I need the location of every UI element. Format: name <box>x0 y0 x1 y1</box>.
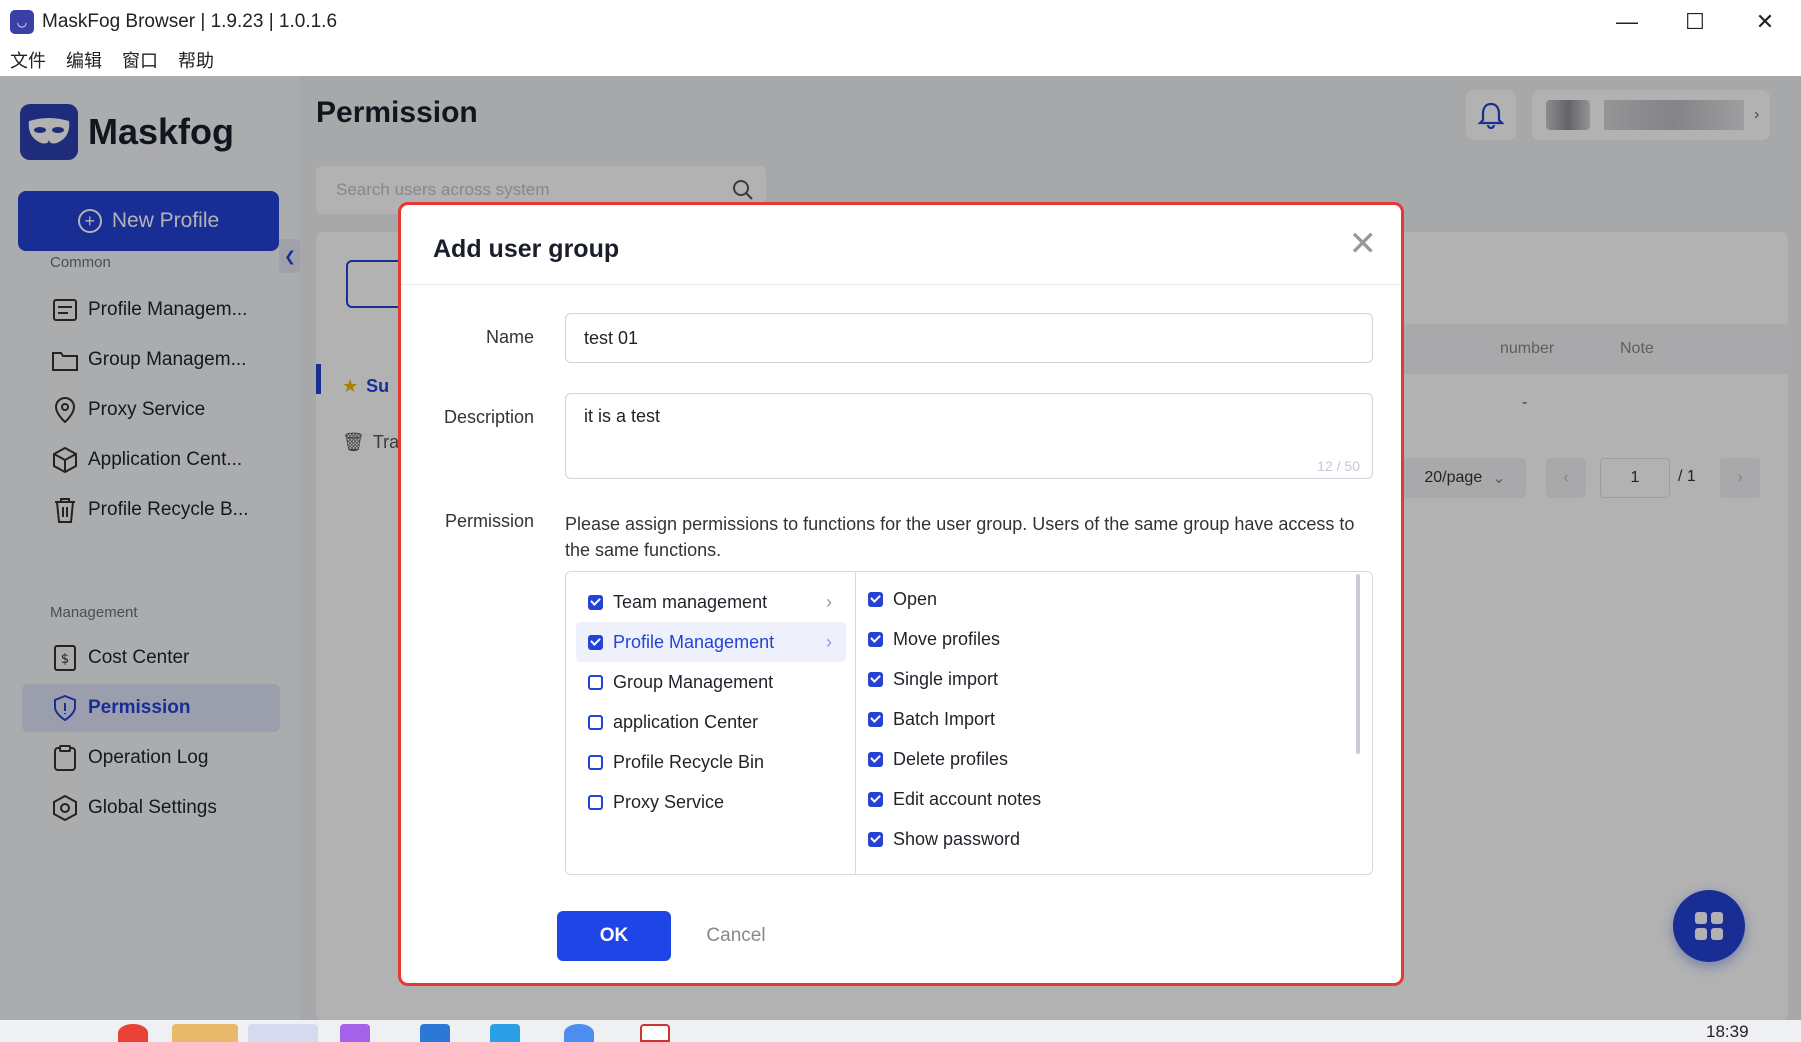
module-item-proxy-service[interactable]: Proxy Service <box>576 782 846 822</box>
checkbox[interactable] <box>868 591 883 607</box>
maximize-button[interactable]: ☐ <box>1660 0 1730 44</box>
module-item-profile-recycle-bin[interactable]: Profile Recycle Bin <box>576 742 846 782</box>
function-item-batch-import[interactable]: Batch Import <box>868 701 995 737</box>
taskbar-clock: 18:39 <box>1706 1022 1749 1041</box>
checkbox[interactable] <box>868 671 883 687</box>
app-taskbar-icon[interactable] <box>172 1024 238 1042</box>
name-label: Name <box>485 327 534 347</box>
permission-description: Please assign permissions to functions f… <box>565 514 1355 560</box>
checkbox[interactable] <box>868 631 883 647</box>
checkbox[interactable] <box>868 751 883 767</box>
divider <box>401 284 1401 285</box>
menu-window[interactable]: 窗口 <box>122 47 158 73</box>
checkbox[interactable] <box>588 754 603 770</box>
ok-button[interactable]: OK <box>557 911 671 961</box>
app-taskbar-icon[interactable] <box>640 1024 670 1042</box>
close-icon[interactable]: ✕ <box>1349 227 1378 261</box>
checkbox[interactable] <box>868 831 883 847</box>
menu-help[interactable]: 帮助 <box>178 47 214 73</box>
description-value: it is a test <box>584 406 661 426</box>
maskfog-taskbar-icon[interactable] <box>248 1024 318 1042</box>
description-textarea[interactable]: it is a test 12 / 50 <box>565 393 1373 479</box>
title-bar: ◡ MaskFog Browser | 1.9.23 | 1.0.1.6 — ☐… <box>0 0 1801 44</box>
app-taskbar-icon[interactable] <box>420 1024 450 1042</box>
module-item-team-management[interactable]: Team management › <box>576 582 846 622</box>
char-counter: 12 / 50 <box>1317 458 1360 474</box>
checkbox[interactable] <box>868 791 883 807</box>
add-user-group-dialog: Add user group ✕ Name test 01 Descriptio… <box>398 202 1404 986</box>
function-item-open[interactable]: Open <box>868 581 937 617</box>
menu-edit[interactable]: 编辑 <box>66 47 102 73</box>
chevron-right-icon: › <box>826 591 832 612</box>
module-list: Team management › Profile Management › G… <box>566 572 856 874</box>
menu-bar: 文件 编辑 窗口 帮助 <box>0 44 1801 76</box>
checkbox[interactable] <box>588 594 603 610</box>
checkbox[interactable] <box>588 674 603 690</box>
function-item-edit-account-notes[interactable]: Edit account notes <box>868 781 1041 817</box>
app-taskbar-icon[interactable] <box>564 1024 594 1042</box>
menu-file[interactable]: 文件 <box>10 47 46 73</box>
module-item-group-management[interactable]: Group Management <box>576 662 846 702</box>
taskbar: 18:39 <box>0 1020 1801 1042</box>
permission-tree: Team management › Profile Management › G… <box>565 571 1373 875</box>
window-title: MaskFog Browser | 1.9.23 | 1.0.1.6 <box>42 11 338 32</box>
checkbox[interactable] <box>588 634 603 650</box>
chrome-icon[interactable] <box>118 1024 148 1042</box>
checkbox[interactable] <box>868 711 883 727</box>
app-taskbar-icon[interactable] <box>490 1024 520 1042</box>
close-window-button[interactable]: ✕ <box>1730 0 1800 44</box>
chevron-right-icon: › <box>826 631 832 652</box>
permission-label: Permission <box>444 511 534 531</box>
name-input[interactable]: test 01 <box>565 313 1373 363</box>
module-item-profile-management[interactable]: Profile Management › <box>576 622 846 662</box>
checkbox[interactable] <box>588 794 603 810</box>
dialog-title: Add user group <box>433 235 620 263</box>
function-item-show-password[interactable]: Show password <box>868 821 1020 857</box>
function-item-move-profiles[interactable]: Move profiles <box>868 621 1000 657</box>
module-item-application-center[interactable]: application Center <box>576 702 846 742</box>
app-logo-icon: ◡ <box>10 10 34 34</box>
scrollbar[interactable] <box>1356 574 1360 754</box>
minimize-button[interactable]: — <box>1592 0 1662 44</box>
checkbox[interactable] <box>588 714 603 730</box>
onenote-icon[interactable] <box>340 1024 370 1042</box>
description-label: Description <box>443 407 534 427</box>
function-item-delete-profiles[interactable]: Delete profiles <box>868 741 1008 777</box>
cancel-button[interactable]: Cancel <box>691 911 781 961</box>
function-item-single-import[interactable]: Single import <box>868 661 998 697</box>
